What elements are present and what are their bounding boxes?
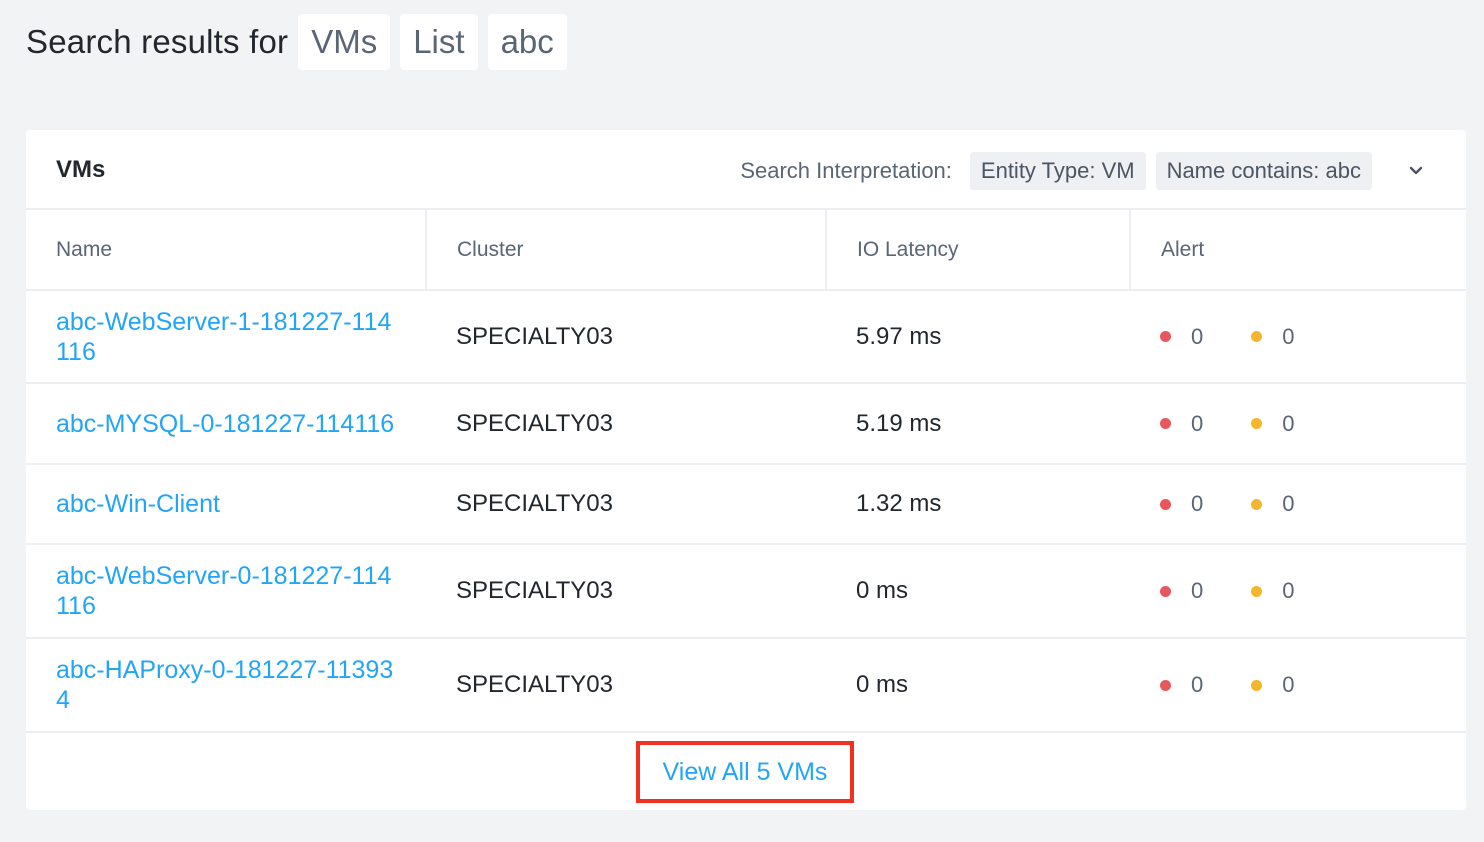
critical-alert-count: 0 — [1191, 491, 1204, 516]
warning-alert-icon — [1251, 418, 1263, 429]
table-row: abc-WebServer-1-181227-114116 SPECIALTY0… — [26, 290, 1466, 384]
critical-alert-icon — [1160, 679, 1171, 691]
card-title: VMs — [56, 156, 106, 183]
critical-alert-count: 0 — [1191, 578, 1204, 603]
search-header: Search results for VMs List abc — [26, 14, 577, 70]
column-header-io-latency[interactable]: IO Latency — [826, 210, 1131, 291]
card-header: VMs Search Interpretation: Entity Type: … — [26, 130, 1466, 210]
vm-io-latency: 0 ms — [826, 638, 1130, 733]
search-interpretation: Search Interpretation: Entity Type: VM N… — [740, 152, 1436, 190]
vm-name-link[interactable]: abc-MYSQL-0-181227-114116 — [56, 409, 416, 439]
vm-alerts: 0 0 — [1160, 491, 1466, 517]
search-chip-list[interactable]: List — [400, 14, 478, 70]
vm-alerts: 0 0 — [1160, 672, 1466, 698]
critical-alert-count: 0 — [1191, 410, 1204, 436]
card-footer: View All 5 VMs — [26, 733, 1466, 811]
critical-alert-icon — [1160, 585, 1171, 597]
vm-alerts: 0 0 — [1160, 324, 1466, 350]
vm-alerts: 0 0 — [1160, 411, 1466, 437]
search-chip-vms[interactable]: VMs — [298, 14, 391, 70]
warning-alert-icon — [1251, 679, 1263, 691]
vm-cluster: SPECIALTY03 — [426, 544, 826, 639]
critical-alert-count: 0 — [1191, 672, 1204, 697]
chevron-down-icon[interactable] — [1396, 152, 1436, 190]
column-header-cluster[interactable]: Cluster — [426, 210, 827, 291]
table-row: abc-HAProxy-0-181227-113934 SPECIALTY03 … — [26, 638, 1466, 733]
vm-name-link[interactable]: abc-Win-Client — [56, 489, 396, 519]
entity-type-chip[interactable]: Entity Type: VM — [969, 152, 1146, 190]
vm-cluster: SPECIALTY03 — [426, 638, 826, 733]
search-interpretation-label: Search Interpretation: — [740, 158, 952, 183]
vm-name-link[interactable]: abc-HAProxy-0-181227-113934 — [56, 655, 396, 715]
vm-cluster: SPECIALTY03 — [426, 290, 826, 384]
warning-alert-icon — [1251, 331, 1263, 342]
vm-cluster: SPECIALTY03 — [426, 383, 826, 465]
warning-alert-count: 0 — [1282, 672, 1295, 697]
warning-alert-icon — [1251, 585, 1263, 597]
table-row: abc-WebServer-0-181227-114116 SPECIALTY0… — [26, 544, 1466, 639]
table-row: abc-MYSQL-0-181227-114116 SPECIALTY03 5.… — [26, 383, 1466, 465]
vm-io-latency: 5.19 ms — [826, 383, 1130, 465]
vm-name-link[interactable]: abc-WebServer-0-181227-114116 — [56, 561, 396, 621]
column-header-alert[interactable]: Alert — [1130, 210, 1466, 291]
vm-alerts: 0 0 — [1160, 578, 1466, 604]
vm-cluster: SPECIALTY03 — [426, 464, 826, 545]
vm-name-link[interactable]: abc-WebServer-1-181227-114116 — [56, 307, 396, 367]
vms-table: Name Cluster IO Latency Alert abc-WebSer… — [26, 210, 1466, 733]
critical-alert-icon — [1160, 331, 1171, 342]
vm-io-latency: 0 ms — [826, 544, 1130, 639]
name-contains-chip[interactable]: Name contains: abc — [1155, 152, 1372, 190]
critical-alert-icon — [1160, 498, 1171, 510]
view-all-vms-link[interactable]: View All 5 VMs — [635, 741, 855, 803]
table-row: abc-Win-Client SPECIALTY03 1.32 ms 0 0 — [26, 464, 1466, 545]
warning-alert-count: 0 — [1282, 491, 1295, 516]
warning-alert-count: 0 — [1282, 578, 1295, 603]
warning-alert-icon — [1251, 498, 1263, 510]
search-chip-query[interactable]: abc — [487, 14, 567, 70]
critical-alert-icon — [1160, 418, 1171, 429]
warning-alert-count: 0 — [1282, 410, 1295, 436]
table-header-row: Name Cluster IO Latency Alert — [26, 210, 1466, 291]
critical-alert-count: 0 — [1191, 323, 1204, 349]
vm-io-latency: 1.32 ms — [826, 464, 1130, 545]
column-header-name[interactable]: Name — [26, 210, 427, 291]
warning-alert-count: 0 — [1282, 323, 1295, 349]
vms-results-card: VMs Search Interpretation: Entity Type: … — [26, 130, 1466, 810]
vm-io-latency: 5.97 ms — [826, 290, 1130, 384]
search-results-label: Search results for — [26, 23, 289, 60]
